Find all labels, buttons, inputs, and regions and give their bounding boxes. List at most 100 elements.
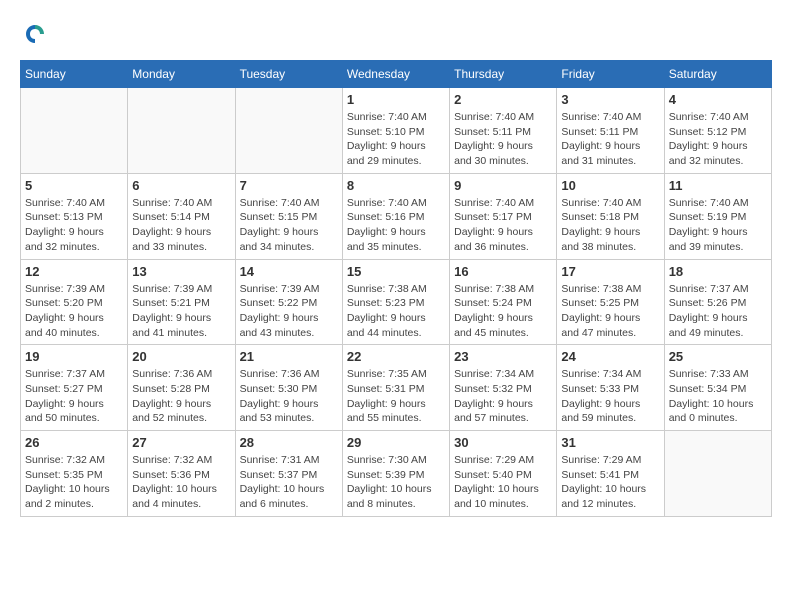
day-info: Sunrise: 7:38 AM Sunset: 5:25 PM Dayligh… bbox=[561, 282, 659, 341]
day-info: Sunrise: 7:40 AM Sunset: 5:19 PM Dayligh… bbox=[669, 196, 767, 255]
day-info: Sunrise: 7:39 AM Sunset: 5:22 PM Dayligh… bbox=[240, 282, 338, 341]
day-number: 30 bbox=[454, 435, 552, 450]
weekday-header-wednesday: Wednesday bbox=[342, 61, 449, 88]
calendar-week-row: 1 Sunrise: 7:40 AM Sunset: 5:10 PM Daylig… bbox=[21, 88, 772, 174]
day-number: 9 bbox=[454, 178, 552, 193]
calendar-cell: 29 Sunrise: 7:30 AM Sunset: 5:39 PM Dayli… bbox=[342, 431, 449, 517]
day-number: 21 bbox=[240, 349, 338, 364]
calendar-cell: 9 Sunrise: 7:40 AM Sunset: 5:17 PM Daylig… bbox=[450, 173, 557, 259]
calendar-cell: 12 Sunrise: 7:39 AM Sunset: 5:20 PM Dayli… bbox=[21, 259, 128, 345]
day-number: 7 bbox=[240, 178, 338, 193]
day-info: Sunrise: 7:32 AM Sunset: 5:35 PM Dayligh… bbox=[25, 453, 123, 512]
calendar-cell: 18 Sunrise: 7:37 AM Sunset: 5:26 PM Dayli… bbox=[664, 259, 771, 345]
day-info: Sunrise: 7:40 AM Sunset: 5:18 PM Dayligh… bbox=[561, 196, 659, 255]
day-info: Sunrise: 7:39 AM Sunset: 5:20 PM Dayligh… bbox=[25, 282, 123, 341]
calendar-cell: 27 Sunrise: 7:32 AM Sunset: 5:36 PM Dayli… bbox=[128, 431, 235, 517]
day-info: Sunrise: 7:40 AM Sunset: 5:11 PM Dayligh… bbox=[454, 110, 552, 169]
day-info: Sunrise: 7:36 AM Sunset: 5:28 PM Dayligh… bbox=[132, 367, 230, 426]
day-info: Sunrise: 7:37 AM Sunset: 5:27 PM Dayligh… bbox=[25, 367, 123, 426]
calendar-cell: 28 Sunrise: 7:31 AM Sunset: 5:37 PM Dayli… bbox=[235, 431, 342, 517]
day-number: 25 bbox=[669, 349, 767, 364]
day-number: 6 bbox=[132, 178, 230, 193]
calendar-cell: 7 Sunrise: 7:40 AM Sunset: 5:15 PM Daylig… bbox=[235, 173, 342, 259]
day-info: Sunrise: 7:40 AM Sunset: 5:17 PM Dayligh… bbox=[454, 196, 552, 255]
day-number: 28 bbox=[240, 435, 338, 450]
day-info: Sunrise: 7:35 AM Sunset: 5:31 PM Dayligh… bbox=[347, 367, 445, 426]
calendar-cell bbox=[128, 88, 235, 174]
calendar-cell: 17 Sunrise: 7:38 AM Sunset: 5:25 PM Dayli… bbox=[557, 259, 664, 345]
calendar-cell: 16Sunrise: 7:38 AM Sunset: 5:24 PM Dayli… bbox=[450, 259, 557, 345]
day-info: Sunrise: 7:29 AM Sunset: 5:40 PM Dayligh… bbox=[454, 453, 552, 512]
day-number: 17 bbox=[561, 264, 659, 279]
calendar-cell: 26Sunrise: 7:32 AM Sunset: 5:35 PM Dayli… bbox=[21, 431, 128, 517]
calendar-cell: 20 Sunrise: 7:36 AM Sunset: 5:28 PM Dayli… bbox=[128, 345, 235, 431]
day-number: 8 bbox=[347, 178, 445, 193]
calendar-cell: 23 Sunrise: 7:34 AM Sunset: 5:32 PM Dayli… bbox=[450, 345, 557, 431]
calendar-week-row: 12 Sunrise: 7:39 AM Sunset: 5:20 PM Dayli… bbox=[21, 259, 772, 345]
day-info: Sunrise: 7:40 AM Sunset: 5:10 PM Dayligh… bbox=[347, 110, 445, 169]
day-number: 1 bbox=[347, 92, 445, 107]
day-number: 2 bbox=[454, 92, 552, 107]
day-number: 11 bbox=[669, 178, 767, 193]
day-number: 29 bbox=[347, 435, 445, 450]
day-number: 23 bbox=[454, 349, 552, 364]
day-info: Sunrise: 7:33 AM Sunset: 5:34 PM Dayligh… bbox=[669, 367, 767, 426]
calendar-cell bbox=[21, 88, 128, 174]
weekday-header-friday: Friday bbox=[557, 61, 664, 88]
day-number: 5 bbox=[25, 178, 123, 193]
day-info: Sunrise: 7:40 AM Sunset: 5:12 PM Dayligh… bbox=[669, 110, 767, 169]
logo-icon bbox=[20, 20, 50, 50]
day-info: Sunrise: 7:40 AM Sunset: 5:14 PM Dayligh… bbox=[132, 196, 230, 255]
calendar-cell: 1 Sunrise: 7:40 AM Sunset: 5:10 PM Daylig… bbox=[342, 88, 449, 174]
day-number: 22 bbox=[347, 349, 445, 364]
day-info: Sunrise: 7:32 AM Sunset: 5:36 PM Dayligh… bbox=[132, 453, 230, 512]
day-info: Sunrise: 7:30 AM Sunset: 5:39 PM Dayligh… bbox=[347, 453, 445, 512]
calendar-cell: 24Sunrise: 7:34 AM Sunset: 5:33 PM Dayli… bbox=[557, 345, 664, 431]
day-info: Sunrise: 7:34 AM Sunset: 5:32 PM Dayligh… bbox=[454, 367, 552, 426]
day-number: 4 bbox=[669, 92, 767, 107]
weekday-header-sunday: Sunday bbox=[21, 61, 128, 88]
day-info: Sunrise: 7:40 AM Sunset: 5:15 PM Dayligh… bbox=[240, 196, 338, 255]
day-number: 14 bbox=[240, 264, 338, 279]
calendar-cell bbox=[664, 431, 771, 517]
calendar-week-row: 19 Sunrise: 7:37 AM Sunset: 5:27 PM Dayli… bbox=[21, 345, 772, 431]
day-number: 19 bbox=[25, 349, 123, 364]
day-info: Sunrise: 7:38 AM Sunset: 5:23 PM Dayligh… bbox=[347, 282, 445, 341]
calendar-cell: 10 Sunrise: 7:40 AM Sunset: 5:18 PM Dayli… bbox=[557, 173, 664, 259]
day-info: Sunrise: 7:40 AM Sunset: 5:16 PM Dayligh… bbox=[347, 196, 445, 255]
calendar-cell: 11 Sunrise: 7:40 AM Sunset: 5:19 PM Dayli… bbox=[664, 173, 771, 259]
day-info: Sunrise: 7:37 AM Sunset: 5:26 PM Dayligh… bbox=[669, 282, 767, 341]
day-info: Sunrise: 7:40 AM Sunset: 5:11 PM Dayligh… bbox=[561, 110, 659, 169]
calendar-cell: 5Sunrise: 7:40 AM Sunset: 5:13 PM Daylig… bbox=[21, 173, 128, 259]
calendar-cell: 3 Sunrise: 7:40 AM Sunset: 5:11 PM Daylig… bbox=[557, 88, 664, 174]
day-number: 13 bbox=[132, 264, 230, 279]
day-number: 12 bbox=[25, 264, 123, 279]
calendar-cell: 22 Sunrise: 7:35 AM Sunset: 5:31 PM Dayli… bbox=[342, 345, 449, 431]
calendar-cell: 19 Sunrise: 7:37 AM Sunset: 5:27 PM Dayli… bbox=[21, 345, 128, 431]
calendar-week-row: 26Sunrise: 7:32 AM Sunset: 5:35 PM Dayli… bbox=[21, 431, 772, 517]
weekday-header-row: SundayMondayTuesdayWednesdayThursdayFrid… bbox=[21, 61, 772, 88]
calendar-cell: 31Sunrise: 7:29 AM Sunset: 5:41 PM Dayli… bbox=[557, 431, 664, 517]
calendar-cell bbox=[235, 88, 342, 174]
day-number: 10 bbox=[561, 178, 659, 193]
day-info: Sunrise: 7:31 AM Sunset: 5:37 PM Dayligh… bbox=[240, 453, 338, 512]
logo bbox=[20, 20, 54, 50]
weekday-header-thursday: Thursday bbox=[450, 61, 557, 88]
day-info: Sunrise: 7:36 AM Sunset: 5:30 PM Dayligh… bbox=[240, 367, 338, 426]
calendar-cell: 13Sunrise: 7:39 AM Sunset: 5:21 PM Dayli… bbox=[128, 259, 235, 345]
calendar-week-row: 5Sunrise: 7:40 AM Sunset: 5:13 PM Daylig… bbox=[21, 173, 772, 259]
day-number: 3 bbox=[561, 92, 659, 107]
weekday-header-monday: Monday bbox=[128, 61, 235, 88]
day-number: 31 bbox=[561, 435, 659, 450]
calendar-cell: 21 Sunrise: 7:36 AM Sunset: 5:30 PM Dayli… bbox=[235, 345, 342, 431]
day-number: 18 bbox=[669, 264, 767, 279]
day-number: 20 bbox=[132, 349, 230, 364]
day-number: 15 bbox=[347, 264, 445, 279]
day-number: 16 bbox=[454, 264, 552, 279]
calendar-cell: 6 Sunrise: 7:40 AM Sunset: 5:14 PM Daylig… bbox=[128, 173, 235, 259]
weekday-header-tuesday: Tuesday bbox=[235, 61, 342, 88]
day-number: 27 bbox=[132, 435, 230, 450]
day-number: 24 bbox=[561, 349, 659, 364]
calendar-cell: 15 Sunrise: 7:38 AM Sunset: 5:23 PM Dayli… bbox=[342, 259, 449, 345]
weekday-header-saturday: Saturday bbox=[664, 61, 771, 88]
